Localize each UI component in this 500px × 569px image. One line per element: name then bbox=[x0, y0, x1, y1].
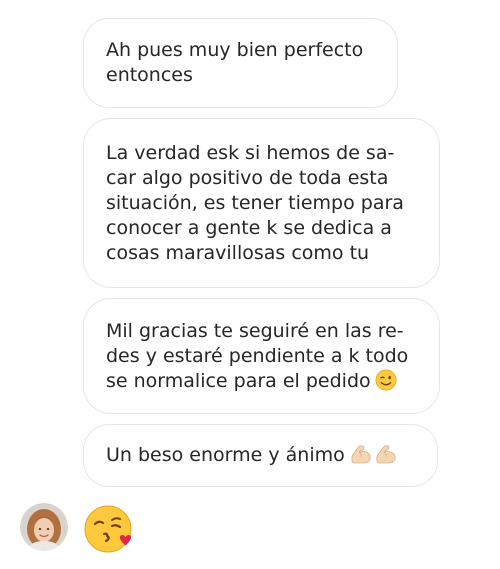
message-text-line: Un beso enorme y ánimo bbox=[106, 443, 421, 468]
message-text-line: car algo positivo de toda esta bbox=[106, 166, 389, 189]
message-text-line: entonces bbox=[106, 64, 193, 86]
message-bubble[interactable]: La verdad esk si hemos de sa- car algo p… bbox=[83, 118, 440, 288]
message-text-line: conocer a gente k se dedica a bbox=[106, 216, 392, 239]
face-blowing-a-kiss-icon[interactable] bbox=[83, 503, 135, 555]
message-bubble[interactable]: Ah pues muy bien perfecto entonces bbox=[83, 18, 398, 108]
message-text-line: Mil gracias te seguiré en las re- bbox=[106, 319, 404, 342]
message-text-fragment: Un beso enorme y ánimo bbox=[106, 444, 345, 466]
flexed-biceps-icon bbox=[351, 445, 371, 464]
message-bubble[interactable]: Un beso enorme y ánimo bbox=[83, 424, 438, 487]
message-bubble[interactable]: Mil gracias te seguiré en las re- des y … bbox=[83, 298, 440, 414]
avatar[interactable] bbox=[20, 503, 68, 551]
message-text-fragment: se normalice para el pedido bbox=[106, 369, 371, 392]
winking-face-icon bbox=[375, 369, 397, 390]
profile-photo-icon bbox=[20, 503, 68, 551]
message-text-line: se normalice para el pedido bbox=[106, 369, 423, 394]
message-text-line: des y estaré pendiente a k todo bbox=[106, 344, 409, 367]
message-text-line: Ah pues muy bien perfecto bbox=[106, 39, 364, 61]
message-text-line: La verdad esk si hemos de sa- bbox=[106, 141, 395, 164]
message-text-line: situación, es tener tiempo para bbox=[106, 191, 404, 214]
message-text-line: cosas maravillosas como tu bbox=[106, 241, 370, 264]
flexed-biceps-icon bbox=[376, 445, 396, 464]
